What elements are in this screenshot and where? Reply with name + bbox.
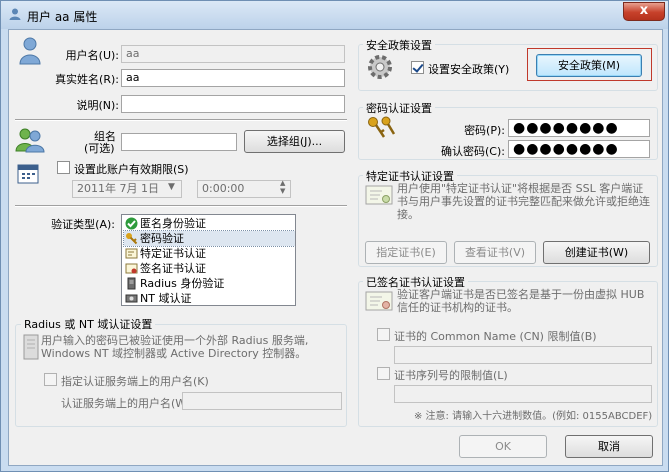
key-icon	[126, 233, 138, 245]
confirm-password-label: 确认密码(C):	[441, 145, 505, 158]
auth-item-label: NT 域认证	[140, 292, 192, 305]
certificate-icon	[365, 185, 393, 205]
green-check-icon	[125, 217, 138, 230]
realname-label: 真实姓名(R):	[55, 73, 119, 86]
group-input[interactable]	[121, 133, 237, 151]
serial-limit-checkbox[interactable]	[377, 367, 390, 380]
group-label-optional: (可选)	[84, 142, 115, 155]
serial-limit-input[interactable]	[394, 385, 652, 403]
specific-cert-description: 用户使用"特定证书认证"将根据是否 SSL 客户端证书与用户事先设置的证书完整匹…	[397, 182, 650, 221]
hex-note: ※ 注意: 请输入十六进制数值。(例如: 0155ABCDEF)	[414, 411, 653, 422]
signed-certificate-icon	[365, 291, 393, 311]
key-icon	[368, 116, 396, 138]
close-button[interactable]: x	[623, 2, 665, 21]
cn-limit-checkbox[interactable]	[377, 328, 390, 341]
dialog-window: 用户 aa 属性 x 用户名(U): aa 真实姓名(R): aa 说明(N):…	[0, 0, 669, 472]
auth-item-anonymous[interactable]: 匿名身份验证	[124, 216, 206, 231]
signed-cert-description: 验证客户端证书是否已签名是基于一份由虚拟 HUB 信任的证书机构的证书。	[397, 288, 645, 314]
auth-item-label: 密码验证	[140, 232, 184, 245]
close-icon: x	[639, 3, 649, 18]
title-bar[interactable]: 用户 aa 属性 x	[1, 1, 668, 29]
radius-group-title: Radius 或 NT 域认证设置	[21, 316, 156, 332]
auth-type-list[interactable]: 匿名身份验证 密码验证 特定证书认证 签名证书认证 Radius 身份验证 NT…	[121, 214, 296, 306]
cn-limit-label: 证书的 Common Name (CN) 限制值(B)	[394, 330, 597, 343]
description-input[interactable]	[121, 95, 345, 113]
separator	[15, 205, 347, 207]
dialog-client: 用户名(U): aa 真实姓名(R): aa 说明(N): 组名 (可选) 选择…	[8, 29, 663, 466]
auth-type-label: 验证类型(A):	[51, 218, 115, 231]
cancel-button[interactable]: 取消	[565, 435, 653, 458]
expiry-time-input[interactable]: 0:00:00	[197, 180, 291, 198]
auth-item-radius[interactable]: Radius 身份验证	[124, 276, 224, 291]
description-label: 说明(N):	[76, 99, 119, 112]
server-username-label: 认证服务端上的用户名(W):	[61, 397, 195, 410]
view-cert-button[interactable]: 查看证书(V)	[454, 241, 536, 264]
auth-item-signed-cert[interactable]: 签名证书认证	[124, 261, 206, 276]
security-policy-group-title: 安全政策设置	[363, 37, 435, 53]
auth-item-label: 签名证书认证	[140, 262, 206, 275]
password-label: 密码(P):	[464, 124, 505, 137]
security-policy-checkbox[interactable]	[411, 61, 424, 74]
serial-limit-label: 证书序列号的限制值(L)	[394, 369, 508, 382]
server-icon	[127, 277, 136, 290]
server-icon	[23, 334, 39, 360]
specify-cert-button[interactable]: 指定证书(E)	[365, 241, 447, 264]
specify-server-username-label: 指定认证服务端上的用户名(K)	[61, 375, 209, 388]
auth-item-label: Radius 身份验证	[140, 277, 225, 290]
auth-item-label: 匿名身份验证	[140, 217, 206, 230]
user-icon	[9, 8, 21, 20]
password-input[interactable]: ●●●●●●●●	[508, 119, 650, 137]
username-input[interactable]: aa	[121, 45, 345, 63]
realname-input[interactable]: aa	[121, 69, 345, 87]
auth-item-label: 特定证书认证	[140, 247, 206, 260]
security-policy-checkbox-label: 设置安全政策(Y)	[428, 63, 510, 76]
server-username-input[interactable]	[182, 392, 342, 410]
gear-icon	[368, 55, 392, 79]
signed-certificate-icon	[125, 263, 138, 274]
window-title: 用户 aa 属性	[27, 10, 98, 24]
expiry-date-picker[interactable]: 2011年 7月 1日	[72, 180, 182, 198]
confirm-password-input[interactable]: ●●●●●●●●	[508, 140, 650, 158]
select-group-button[interactable]: 选择组(J)...	[244, 130, 345, 153]
expiry-time-value: 0:00:00	[202, 182, 245, 195]
expiry-date-value: 2011年 7月 1日	[77, 182, 159, 195]
security-policy-button[interactable]: 安全政策(M)	[536, 54, 642, 77]
auth-item-nt-domain[interactable]: NT 域认证	[124, 291, 192, 305]
auth-item-specific-cert[interactable]: 特定证书认证	[124, 246, 206, 261]
radius-description: 用户输入的密码已被验证使用一个外部 Radius 服务端, Windows NT…	[41, 334, 309, 360]
create-cert-button[interactable]: 创建证书(W)	[543, 241, 650, 264]
ok-button[interactable]: OK	[459, 435, 547, 458]
username-label: 用户名(U):	[65, 49, 119, 62]
domain-icon	[125, 294, 138, 303]
password-group-title: 密码认证设置	[363, 100, 435, 116]
cn-limit-input[interactable]	[394, 346, 652, 364]
specify-server-username-checkbox[interactable]	[44, 373, 57, 386]
expiry-checkbox-label: 设置此账户有效期限(S)	[74, 163, 189, 176]
separator	[15, 119, 347, 121]
calendar-icon	[17, 164, 39, 184]
certificate-icon	[125, 248, 138, 259]
chevron-down-icon[interactable]: ▼	[168, 182, 175, 192]
expiry-checkbox[interactable]	[57, 161, 70, 174]
group-icon	[15, 128, 45, 153]
auth-item-password[interactable]: 密码验证	[123, 230, 295, 247]
time-spinner-icon[interactable]: ▲ ▼	[280, 179, 285, 195]
